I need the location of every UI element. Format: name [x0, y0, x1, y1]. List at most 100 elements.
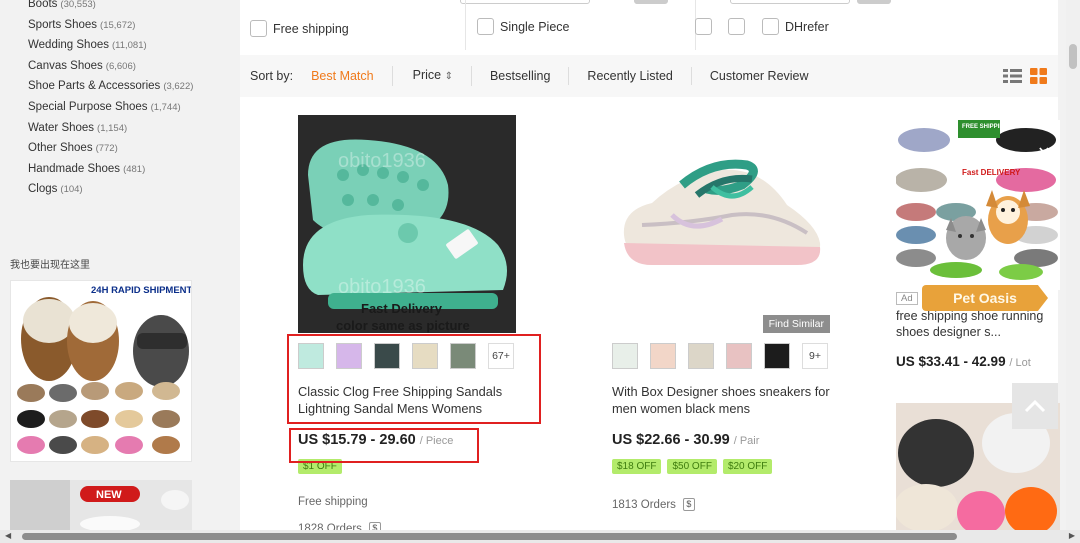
category-other-shoes[interactable]: Other Shoes (772) [28, 138, 193, 159]
dollar-shield-icon: $ [682, 498, 695, 511]
clog-product-image: obito1936 obito1936 Fast Delivery color … [298, 115, 516, 333]
category-count: (3,622) [163, 81, 194, 93]
watermark-text: obito1936 [338, 276, 426, 298]
product-card-2[interactable]: Find Similar 9+ With Box Designer shoes … [612, 115, 830, 511]
color-thumb[interactable] [612, 343, 638, 369]
category-label: Wedding Shoes [28, 39, 109, 52]
close-icon[interactable]: ✕ [1036, 146, 1052, 162]
product-price: US $22.66 - 30.99 / Pair [612, 432, 830, 448]
ad-title[interactable]: free shipping shoe running shoes designe… [896, 308, 1060, 340]
category-label: Special Purpose Shoes [28, 100, 148, 113]
filter-checkbox[interactable] [695, 18, 712, 35]
category-clogs[interactable]: Clogs (104) [28, 179, 193, 200]
color-thumb[interactable] [688, 343, 714, 369]
sort-best-match[interactable]: Best Match [311, 67, 392, 85]
coupon-list: $18 OFF $50 OFF $20 OFF [612, 459, 830, 474]
filter-checkbox[interactable] [728, 18, 745, 35]
single-piece-filter[interactable]: Single Piece [477, 18, 570, 35]
grid-view-icon[interactable] [1029, 68, 1048, 84]
category-count: (1,744) [150, 101, 181, 113]
sort-customer-review[interactable]: Customer Review [710, 67, 827, 85]
sort-bestselling[interactable]: Bestselling [490, 67, 570, 85]
order-count: 1813 Orders $ [612, 498, 830, 511]
free-shipping-checkbox[interactable] [250, 20, 267, 37]
dhrefer-label: DHrefer [785, 19, 829, 34]
page: Boots (30,553) Sports Shoes (15,672) Weddi… [0, 0, 1080, 543]
promo-heading: 我也要出现在这里 [10, 260, 90, 271]
product-title[interactable]: With Box Designer shoes sneakers for men… [612, 383, 830, 417]
color-thumb[interactable] [764, 343, 790, 369]
orders-label: 1813 Orders [612, 498, 676, 511]
ad-ribbon-1: FREE SHIPPING [962, 124, 1009, 130]
promo-banner-image-2[interactable]: NEW [10, 480, 192, 532]
category-label: Other Shoes [28, 142, 93, 155]
promo-banner-text: 24H RAPID SHIPMENT [91, 285, 192, 296]
filter-button-top[interactable] [634, 0, 668, 4]
category-handmade-shoes[interactable]: Handmade Shoes (481) [28, 159, 193, 180]
vertical-scrollbar[interactable] [1066, 0, 1080, 530]
category-wedding-shoes[interactable]: Wedding Shoes (11,081) [28, 35, 193, 56]
horizontal-scroll-thumb[interactable] [22, 533, 957, 540]
category-canvas-shoes[interactable]: Canvas Shoes (6,606) [28, 56, 193, 77]
category-count: (104) [60, 184, 83, 196]
category-label: Water Shoes [28, 121, 95, 134]
divider [465, 0, 466, 50]
list-view-icon[interactable] [1003, 68, 1022, 84]
sandals-grid-image: 24H RAPID SHIPMENT [11, 281, 192, 461]
cat-illustration [946, 216, 986, 260]
filter-input-top-2[interactable] [730, 0, 850, 4]
filter-button-top-2[interactable] [857, 0, 891, 4]
category-water-shoes[interactable]: Water Shoes (1,154) [28, 118, 193, 139]
pet-oasis-banner[interactable]: Pet Oasis [922, 285, 1048, 311]
free-shipping-filter[interactable]: Free shipping [250, 20, 349, 37]
scroll-to-top-button[interactable] [1012, 383, 1058, 429]
product-image[interactable]: Find Similar [612, 115, 830, 333]
category-label: Handmade Shoes [28, 162, 121, 175]
sneaker-promo-image: NEW [10, 480, 192, 532]
extra-filter-2[interactable] [728, 18, 751, 35]
price-unit: / Lot [1009, 357, 1031, 369]
highlight-box-title [287, 334, 541, 424]
price-range: US $22.66 - 30.99 [612, 432, 730, 448]
chevron-up-icon [1024, 399, 1046, 413]
dhrefer-filter[interactable]: DHrefer [762, 18, 829, 35]
dhrefer-checkbox[interactable] [762, 18, 779, 35]
category-sports-shoes[interactable]: Sports Shoes (15,672) [28, 15, 193, 36]
category-count: (11,081) [111, 40, 147, 52]
overlay-text-line1: Fast Delivery [361, 301, 443, 316]
sort-bar: Sort by: Best Match Price ⇕ Bestselling … [240, 55, 1058, 97]
category-label: Boots [28, 0, 58, 10]
category-count: (15,672) [100, 19, 136, 31]
category-special-purpose[interactable]: Special Purpose Shoes (1,744) [28, 97, 193, 118]
category-label: Sports Shoes [28, 18, 98, 31]
scroll-left-icon[interactable]: ◀ [5, 531, 11, 540]
color-thumbnails: 9+ [612, 343, 830, 369]
vertical-scroll-thumb[interactable] [1069, 44, 1077, 69]
view-toggle [1003, 68, 1048, 84]
shipping-info: Free shipping [298, 496, 368, 508]
category-count: (1,154) [97, 122, 128, 134]
category-boots[interactable]: Boots (30,553) [28, 0, 193, 15]
sort-recently-listed[interactable]: Recently Listed [587, 67, 692, 85]
category-count: (30,553) [60, 0, 96, 10]
price-range: US $33.41 - 42.99 [896, 354, 1006, 369]
sort-price-label: Price [412, 68, 442, 82]
ad-price: US $33.41 - 42.99 / Lot [896, 354, 1060, 369]
category-label: Clogs [28, 183, 58, 196]
extra-filter-1[interactable] [695, 18, 718, 35]
category-shoe-parts[interactable]: Shoe Parts & Accessories (3,622) [28, 76, 193, 97]
sort-price[interactable]: Price ⇕ [391, 66, 472, 86]
filter-input-top[interactable] [460, 0, 590, 4]
scroll-right-icon[interactable]: ▶ [1069, 531, 1075, 540]
promo-banner-image[interactable]: 24H RAPID SHIPMENT [10, 280, 192, 462]
more-colors[interactable]: 9+ [802, 343, 828, 369]
coupon-badge: $18 OFF [612, 459, 662, 474]
find-similar-button[interactable]: Find Similar [762, 315, 830, 333]
horizontal-scrollbar[interactable]: ◀ ▶ [0, 530, 1080, 543]
single-piece-checkbox[interactable] [477, 18, 494, 35]
color-thumb[interactable] [650, 343, 676, 369]
product-image[interactable]: obito1936 obito1936 Fast Delivery color … [298, 115, 516, 333]
coupon-badge: $20 OFF [722, 459, 773, 474]
color-thumb[interactable] [726, 343, 752, 369]
sort-label: Sort by: [250, 69, 294, 83]
